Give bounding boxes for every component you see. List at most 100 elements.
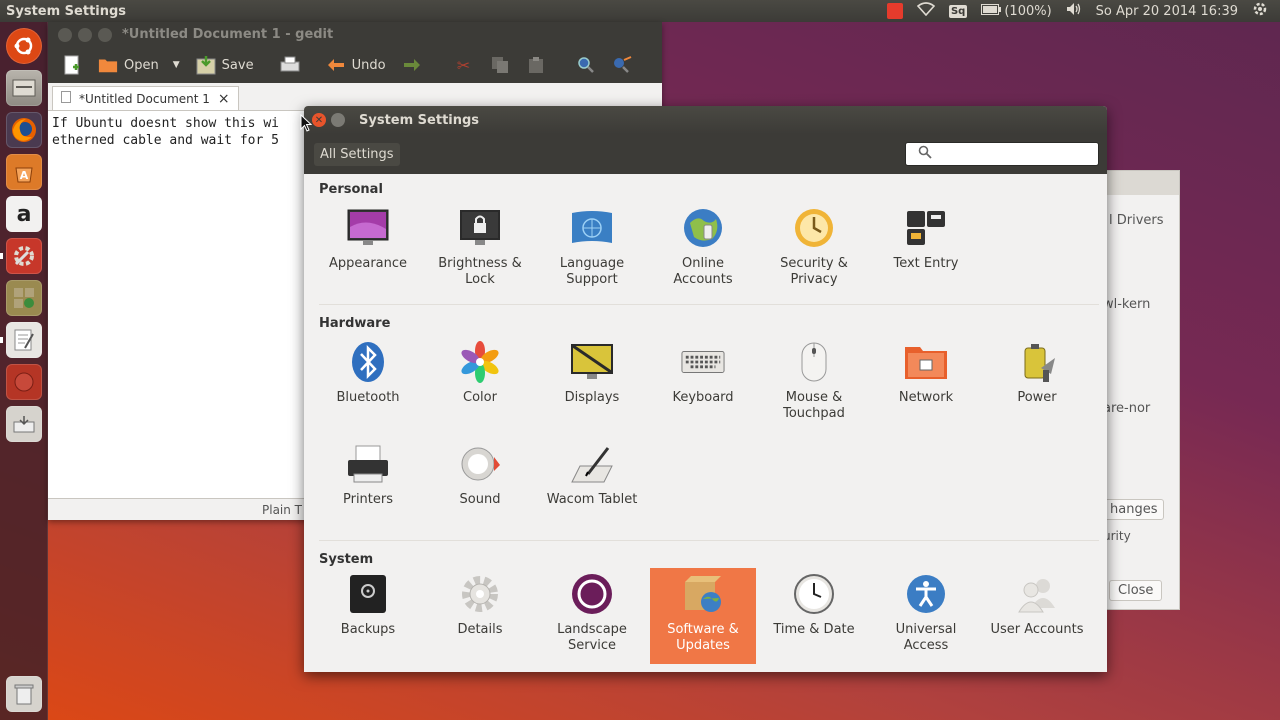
- volume-icon[interactable]: [1066, 2, 1082, 20]
- text-editor-icon[interactable]: [0, 322, 42, 358]
- drivers-tab[interactable]: l Drivers: [1109, 213, 1164, 228]
- redo-button[interactable]: [398, 53, 426, 77]
- amazon-icon[interactable]: a: [6, 196, 42, 232]
- print-icon: [280, 55, 300, 75]
- search-input[interactable]: [905, 142, 1099, 166]
- tablet-pen-icon: [570, 442, 614, 486]
- undo-icon: [326, 55, 346, 75]
- find-button[interactable]: [572, 53, 600, 77]
- section-divider: [319, 540, 1099, 541]
- clock[interactable]: So Apr 20 2014 16:39: [1096, 4, 1238, 19]
- printers-item[interactable]: Printers: [315, 438, 421, 534]
- save-button[interactable]: Save: [192, 53, 258, 77]
- item-label: Security & Privacy: [780, 256, 848, 287]
- files-icon[interactable]: [6, 70, 42, 106]
- security-privacy-item[interactable]: Security & Privacy: [761, 202, 867, 298]
- network-folder-icon: [904, 340, 948, 384]
- open-label: Open: [124, 57, 159, 73]
- language-support-item[interactable]: Language Support: [539, 202, 645, 298]
- new-document-icon: [62, 55, 82, 75]
- time-date-item[interactable]: Time & Date: [761, 568, 867, 674]
- replace-button[interactable]: [608, 53, 636, 77]
- undo-button[interactable]: Undo: [322, 53, 390, 77]
- close-button[interactable]: ✕: [312, 113, 326, 127]
- user-accounts-item[interactable]: User Accounts: [984, 568, 1090, 674]
- workspaces-icon[interactable]: [6, 280, 42, 316]
- language-selector[interactable]: Plain T: [262, 503, 302, 517]
- landscape-ring-icon: [570, 572, 614, 616]
- details-item[interactable]: Details: [427, 568, 533, 674]
- power-item[interactable]: Power: [984, 336, 1090, 432]
- item-label: Appearance: [328, 256, 408, 271]
- mouse-cursor-icon: [300, 113, 313, 136]
- window-title: System Settings: [359, 112, 480, 128]
- copy-button[interactable]: [486, 53, 514, 77]
- settings-titlebar: ✕ System Settings: [304, 106, 1107, 134]
- print-button[interactable]: [276, 53, 304, 77]
- backups-item[interactable]: Backups: [315, 568, 421, 674]
- gedit-minimize-button[interactable]: [78, 27, 92, 42]
- text-entry-item[interactable]: Text Entry: [873, 202, 979, 298]
- universal-access-item[interactable]: Universal Access: [873, 568, 979, 674]
- item-label: Landscape Service: [557, 622, 627, 653]
- keyboard-item[interactable]: Keyboard: [650, 336, 756, 432]
- display-monitor-icon: [570, 340, 614, 384]
- open-button[interactable]: Open ▼: [94, 53, 184, 77]
- firefox-icon[interactable]: [6, 112, 42, 148]
- open-dropdown-icon[interactable]: ▼: [173, 60, 180, 70]
- ubuntu-one-icon[interactable]: [6, 364, 42, 400]
- new-button[interactable]: [58, 53, 86, 77]
- cut-button[interactable]: ✂: [450, 53, 478, 77]
- item-label: Displays: [564, 390, 620, 405]
- background-window-titlebar: [1101, 171, 1179, 195]
- item-label: Color: [463, 390, 497, 405]
- section-divider: [319, 304, 1099, 305]
- item-label: Time & Date: [773, 622, 855, 637]
- online-accounts-icon: [681, 206, 725, 250]
- item-label: Details: [457, 622, 503, 637]
- online-accounts-item[interactable]: Online Accounts: [650, 202, 756, 298]
- mouse-touchpad-item[interactable]: Mouse & Touchpad: [761, 336, 867, 432]
- appearance-item[interactable]: Appearance: [315, 202, 421, 298]
- section-title-hardware: Hardware: [319, 316, 391, 331]
- minimize-button[interactable]: [331, 113, 345, 127]
- removable-drive-icon[interactable]: [6, 406, 42, 442]
- ubuntu-logo-icon[interactable]: [6, 28, 42, 64]
- software-center-icon[interactable]: A: [6, 154, 42, 190]
- document-icon: [61, 91, 71, 106]
- landscape-service-item[interactable]: Landscape Service: [539, 568, 645, 674]
- item-label: Network: [898, 390, 954, 405]
- open-folder-icon: [98, 55, 118, 75]
- system-settings-icon[interactable]: [0, 238, 42, 274]
- revert-changes-button[interactable]: hanges: [1103, 499, 1165, 520]
- displays-item[interactable]: Displays: [539, 336, 645, 432]
- color-item[interactable]: Color: [427, 336, 533, 432]
- document-tab[interactable]: *Untitled Document 1 ×: [52, 86, 239, 110]
- background-close-button[interactable]: Close: [1109, 580, 1163, 601]
- wifi-icon[interactable]: [916, 2, 936, 20]
- session-gear-icon[interactable]: [1252, 1, 1268, 21]
- battery-percent: (100%): [1004, 3, 1052, 19]
- trash-icon[interactable]: [6, 676, 42, 712]
- wacom-tablet-item[interactable]: Wacom Tablet: [539, 438, 645, 534]
- all-settings-button[interactable]: All Settings: [314, 142, 400, 166]
- item-label: Online Accounts: [673, 256, 733, 287]
- gedit-maximize-button[interactable]: [98, 27, 112, 42]
- tab-close-icon[interactable]: ×: [218, 91, 230, 107]
- find-replace-icon: [612, 55, 632, 75]
- safe-icon: [346, 572, 390, 616]
- paste-button[interactable]: [522, 53, 550, 77]
- software-updates-item[interactable]: Software & Updates: [650, 568, 756, 664]
- notification-icon[interactable]: [886, 3, 903, 19]
- gedit-close-button[interactable]: [58, 27, 72, 42]
- battery-indicator[interactable]: (100%): [981, 3, 1052, 19]
- item-label: Mouse & Touchpad: [783, 390, 845, 421]
- gedit-title: *Untitled Document 1 - gedit: [122, 27, 334, 42]
- item-label: User Accounts: [990, 622, 1084, 637]
- brightness-lock-item[interactable]: Brightness & Lock: [427, 202, 533, 298]
- sound-item[interactable]: Sound: [427, 438, 533, 534]
- bluetooth-item[interactable]: Bluetooth: [315, 336, 421, 432]
- keyboard-layout-indicator[interactable]: Sq: [948, 4, 968, 18]
- network-item[interactable]: Network: [873, 336, 979, 432]
- settings-toolbar: All Settings: [304, 134, 1107, 174]
